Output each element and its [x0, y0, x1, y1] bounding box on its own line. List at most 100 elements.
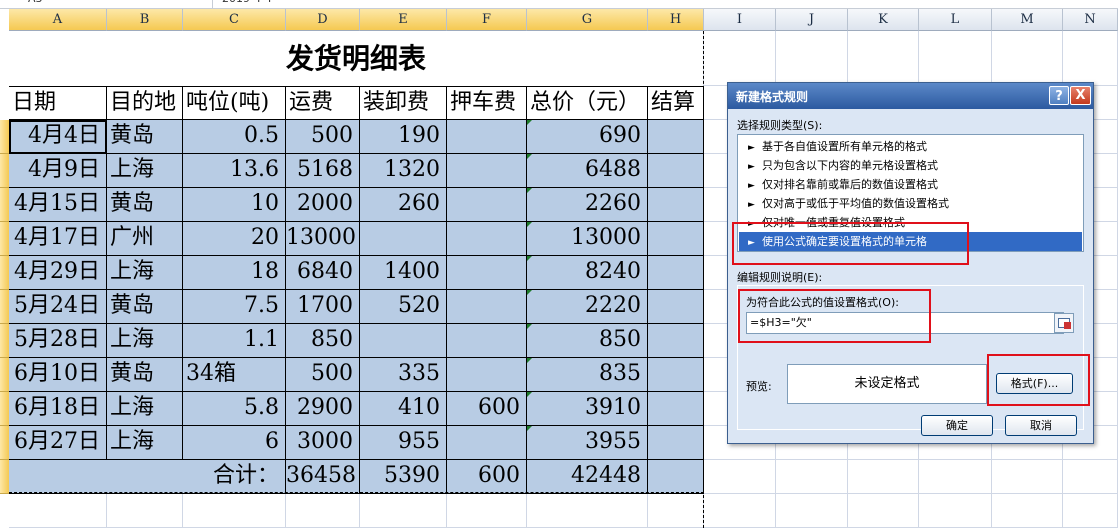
table-cell-dest[interactable]: 上海	[107, 426, 183, 460]
table-cell-settle[interactable]	[648, 120, 704, 154]
table-cell-total[interactable]: 3910	[527, 392, 648, 426]
row-header[interactable]	[0, 256, 9, 290]
column-header-L[interactable]: L	[919, 9, 992, 31]
totals-freight[interactable]: 36458	[286, 460, 360, 494]
dialog-titlebar[interactable]: 新建格式规则 ? X	[728, 83, 1093, 109]
table-cell-load[interactable]	[360, 324, 447, 358]
empty-cell[interactable]	[9, 494, 107, 528]
row-header[interactable]	[0, 188, 9, 222]
empty-cell[interactable]	[848, 494, 919, 528]
column-header-B[interactable]: B	[107, 9, 183, 31]
empty-cell[interactable]	[992, 460, 1063, 494]
close-button[interactable]: X	[1070, 86, 1091, 105]
column-header-M[interactable]: M	[992, 9, 1063, 31]
table-cell-date[interactable]: 6月27日	[9, 426, 107, 460]
column-label[interactable]: 结算	[648, 86, 704, 120]
row-header[interactable]	[0, 120, 9, 154]
table-cell-load[interactable]: 955	[360, 426, 447, 460]
table-cell-freight[interactable]: 5168	[286, 154, 360, 188]
rule-type-item[interactable]: ► 仅对高于或低于平均值的数值设置格式	[739, 194, 1082, 213]
table-cell-freight[interactable]: 500	[286, 358, 360, 392]
empty-cell[interactable]	[360, 494, 447, 528]
column-label[interactable]: 运费	[286, 86, 360, 120]
totals-total[interactable]: 42448	[527, 460, 648, 494]
table-cell-total[interactable]: 2220	[527, 290, 648, 324]
table-cell-settle[interactable]	[648, 222, 704, 256]
column-label[interactable]: 押车费	[447, 86, 527, 120]
cancel-button[interactable]: 取消	[1005, 415, 1077, 436]
totals-load[interactable]: 5390	[360, 460, 447, 494]
empty-cell[interactable]	[776, 494, 848, 528]
row-header[interactable]	[0, 290, 9, 324]
table-cell-dest[interactable]: 广州	[107, 222, 183, 256]
empty-cell[interactable]	[704, 31, 776, 86]
table-cell-freight[interactable]: 6840	[286, 256, 360, 290]
table-cell-dest[interactable]: 黄岛	[107, 188, 183, 222]
row-header[interactable]	[0, 392, 9, 426]
table-cell-ton[interactable]: 0.5	[183, 120, 286, 154]
column-label[interactable]: 日期	[9, 86, 107, 120]
table-cell-settle[interactable]	[648, 324, 704, 358]
empty-cell[interactable]	[1063, 494, 1118, 528]
empty-cell[interactable]	[704, 494, 776, 528]
table-cell-dest[interactable]: 上海	[107, 324, 183, 358]
totals-label[interactable]: 合计：	[9, 460, 286, 494]
totals-settle[interactable]	[648, 460, 704, 494]
empty-cell[interactable]	[919, 494, 992, 528]
table-cell-ton[interactable]: 34箱	[183, 358, 286, 392]
column-header-H[interactable]: H	[648, 9, 704, 31]
table-cell-load[interactable]: 190	[360, 120, 447, 154]
sheet-title[interactable]: 发货明细表	[9, 31, 704, 86]
table-cell-escort[interactable]	[447, 358, 527, 392]
table-cell-freight[interactable]: 850	[286, 324, 360, 358]
name-box[interactable]: A3	[28, 0, 43, 5]
table-cell-total[interactable]: 850	[527, 324, 648, 358]
table-cell-settle[interactable]	[648, 256, 704, 290]
table-cell-freight[interactable]: 2000	[286, 188, 360, 222]
column-header-C[interactable]: C	[183, 9, 286, 31]
empty-cell[interactable]	[992, 31, 1063, 86]
table-cell-freight[interactable]: 1700	[286, 290, 360, 324]
table-cell-freight[interactable]: 2900	[286, 392, 360, 426]
empty-cell[interactable]	[447, 494, 527, 528]
table-cell-total[interactable]: 13000	[527, 222, 648, 256]
column-header-D[interactable]: D	[286, 9, 360, 31]
table-cell-date[interactable]: 6月10日	[9, 358, 107, 392]
table-cell-dest[interactable]: 黄岛	[107, 358, 183, 392]
table-cell-ton[interactable]: 10	[183, 188, 286, 222]
table-cell-escort[interactable]	[447, 154, 527, 188]
row-header[interactable]	[0, 460, 9, 494]
column-header-F[interactable]: F	[447, 9, 527, 31]
empty-cell[interactable]	[848, 31, 919, 86]
empty-cell[interactable]	[919, 31, 992, 86]
table-cell-escort[interactable]	[447, 324, 527, 358]
table-cell-date[interactable]: 6月18日	[9, 392, 107, 426]
formula-input[interactable]: 2019-4-4	[222, 0, 272, 5]
table-cell-total[interactable]: 3955	[527, 426, 648, 460]
table-cell-date[interactable]: 5月24日	[9, 290, 107, 324]
empty-cell[interactable]	[648, 494, 704, 528]
row-header[interactable]	[0, 324, 9, 358]
table-cell-settle[interactable]	[648, 290, 704, 324]
table-cell-settle[interactable]	[648, 188, 704, 222]
empty-cell[interactable]	[776, 460, 848, 494]
table-cell-freight[interactable]: 3000	[286, 426, 360, 460]
table-cell-date[interactable]: 4月29日	[9, 256, 107, 290]
table-cell-dest[interactable]: 上海	[107, 392, 183, 426]
empty-cell[interactable]	[107, 494, 183, 528]
table-cell-total[interactable]: 8240	[527, 256, 648, 290]
table-cell-escort[interactable]	[447, 256, 527, 290]
column-label[interactable]: 目的地	[107, 86, 183, 120]
table-cell-date[interactable]: 4月4日	[9, 120, 107, 154]
row-header[interactable]	[0, 154, 9, 188]
column-label[interactable]: 装卸费	[360, 86, 447, 120]
table-cell-date[interactable]: 4月17日	[9, 222, 107, 256]
table-cell-load[interactable]: 520	[360, 290, 447, 324]
table-cell-ton[interactable]: 18	[183, 256, 286, 290]
rule-type-item[interactable]: ► 仅对排名靠前或靠后的数值设置格式	[739, 175, 1082, 194]
empty-cell[interactable]	[527, 494, 648, 528]
table-cell-escort[interactable]: 600	[447, 392, 527, 426]
table-cell-load[interactable]: 1400	[360, 256, 447, 290]
row-header[interactable]	[0, 222, 9, 256]
table-cell-settle[interactable]	[648, 358, 704, 392]
